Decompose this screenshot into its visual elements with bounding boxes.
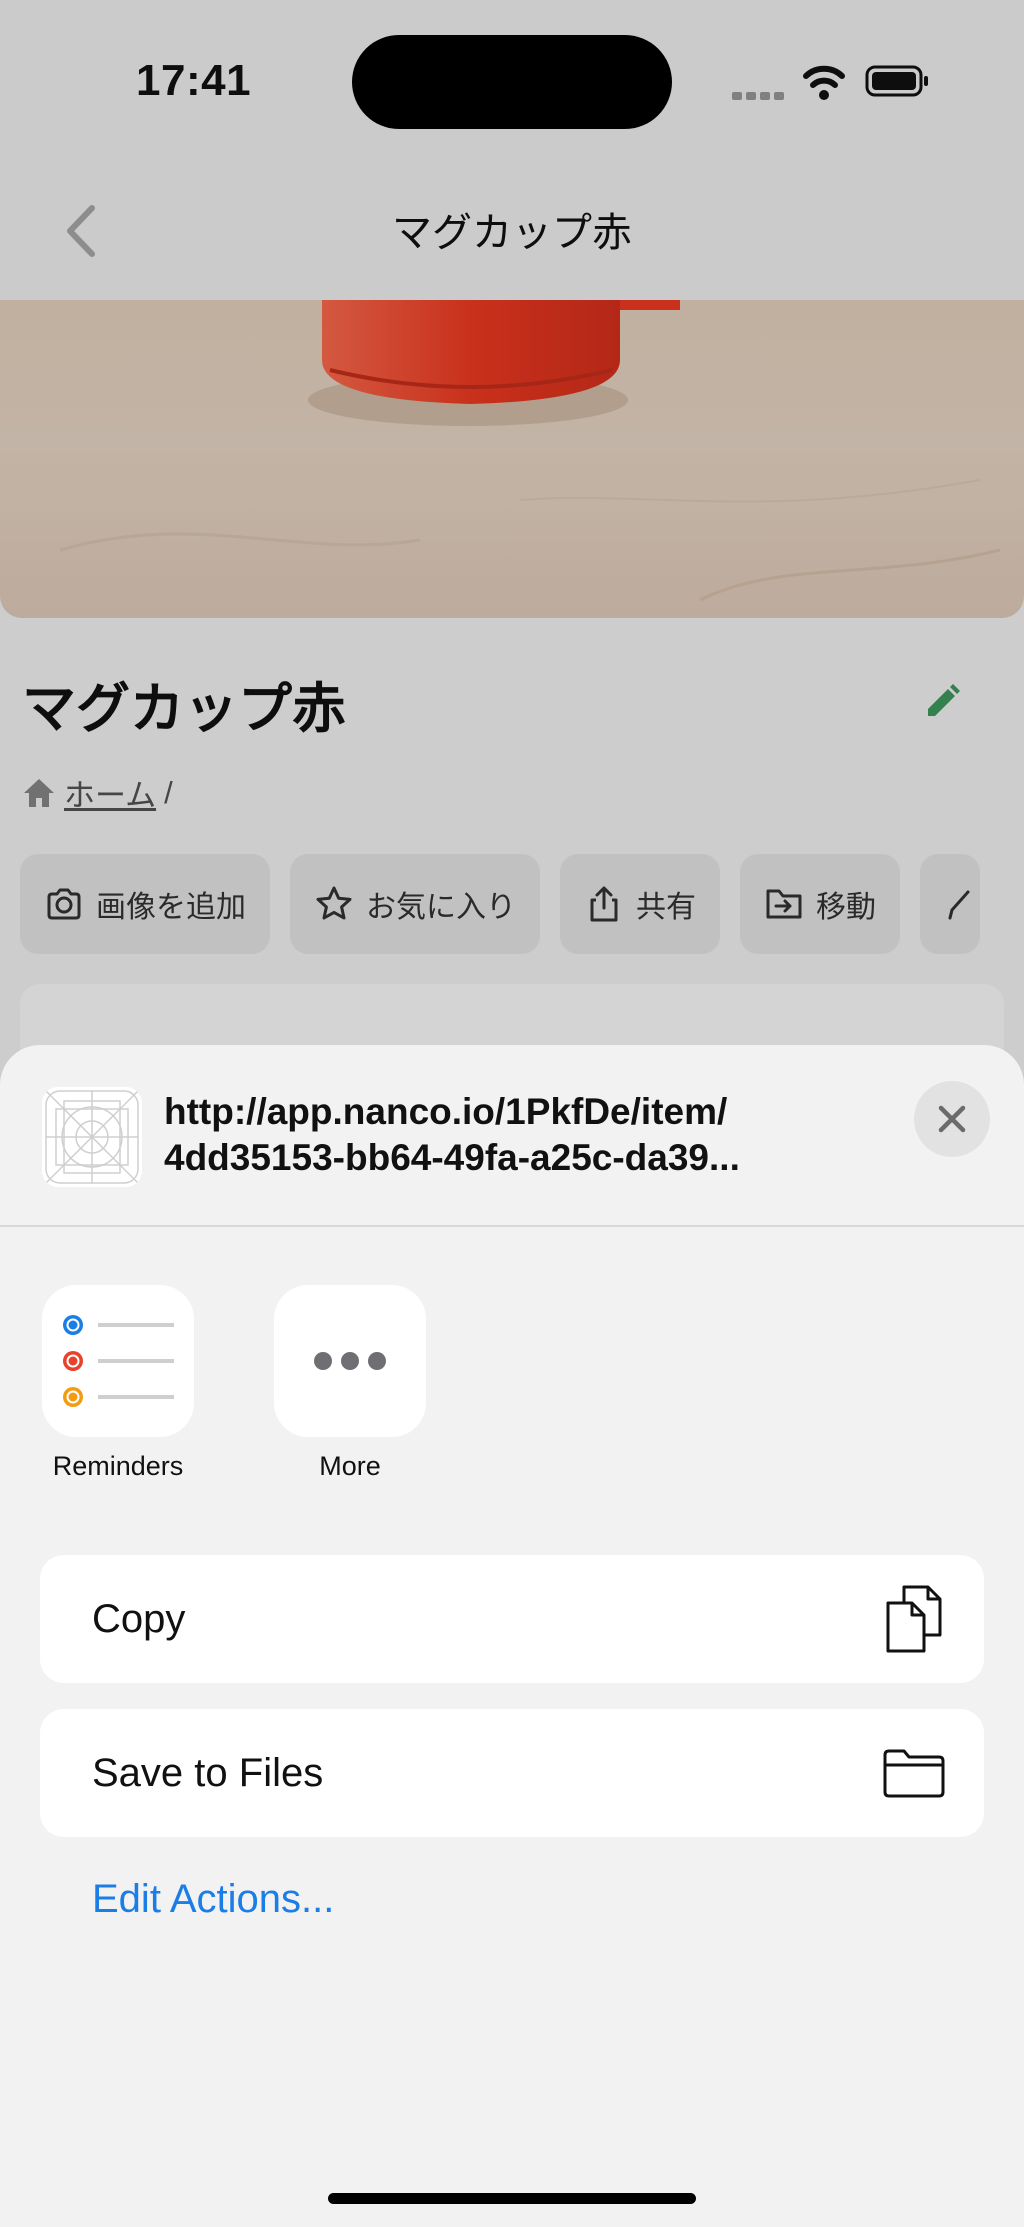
shared-url: http://app.nanco.io/1PkfDe/item/ 4dd3515… — [164, 1089, 864, 1181]
more-icon — [274, 1285, 426, 1437]
close-icon — [938, 1105, 966, 1133]
share-sheet: http://app.nanco.io/1PkfDe/item/ 4dd3515… — [0, 1045, 1024, 2227]
share-sheet-header: http://app.nanco.io/1PkfDe/item/ 4dd3515… — [0, 1045, 1024, 1227]
close-share-sheet-button[interactable] — [914, 1081, 990, 1157]
reminders-label: Reminders — [52, 1451, 184, 1481]
shared-url-line-2: 4dd35153-bb64-49fa-a25c-da39... — [164, 1137, 740, 1178]
copy-icon — [886, 1585, 942, 1653]
share-apps-row: Reminders More — [0, 1285, 1024, 1525]
app-icon-placeholder-icon — [45, 1090, 139, 1184]
more-label: More — [319, 1451, 381, 1481]
save-to-files-label: Save to Files — [92, 1751, 324, 1795]
link-thumbnail — [42, 1087, 142, 1187]
save-to-files-action[interactable]: Save to Files — [40, 1709, 984, 1837]
home-indicator[interactable] — [328, 2193, 696, 2204]
folder-icon — [883, 1749, 945, 1798]
copy-action[interactable]: Copy — [40, 1555, 984, 1683]
shared-url-line-1: http://app.nanco.io/1PkfDe/item/ — [164, 1091, 728, 1132]
edit-actions-link[interactable]: Edit Actions... — [92, 1877, 334, 1922]
copy-label: Copy — [92, 1597, 186, 1641]
reminders-icon — [42, 1285, 194, 1437]
share-app-reminders[interactable]: Reminders — [38, 1285, 198, 1482]
share-app-more[interactable]: More — [270, 1285, 430, 1482]
